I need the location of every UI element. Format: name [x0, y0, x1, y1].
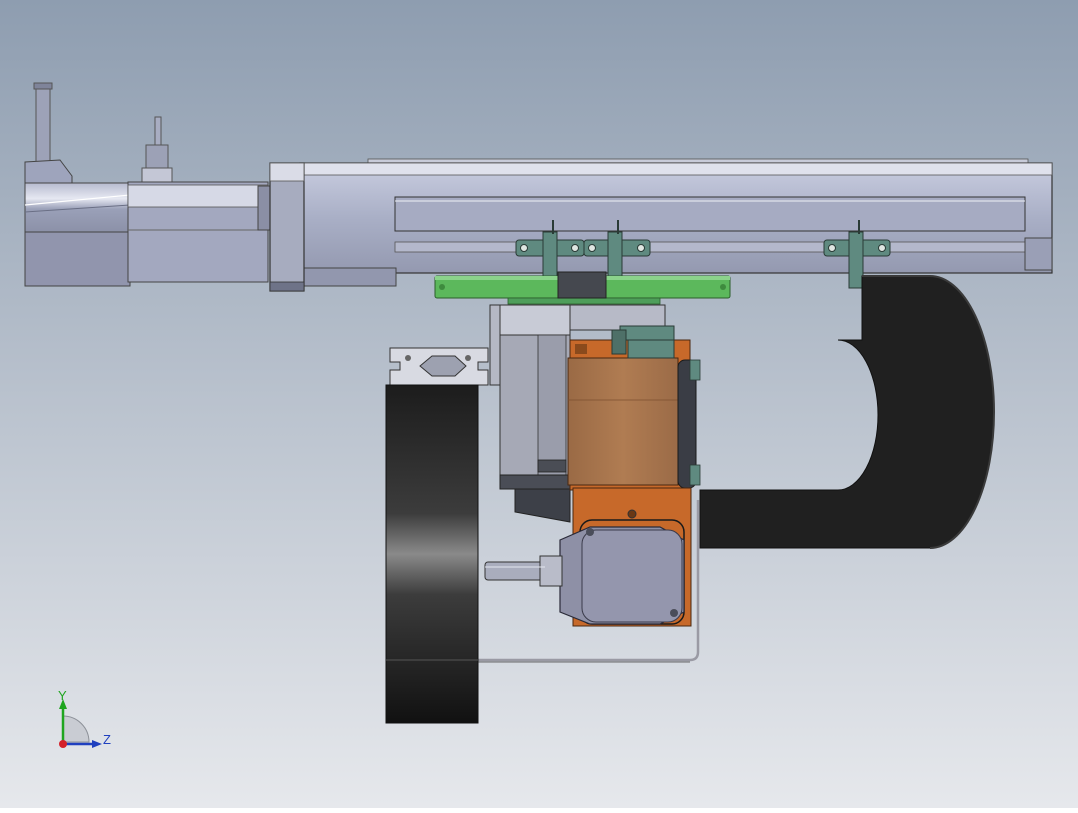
triad-arc [62, 715, 90, 743]
z-axis-label: Z [103, 732, 111, 747]
y-axis-label: Y [58, 688, 67, 703]
cad-viewport[interactable]: Y Z [0, 0, 1078, 808]
coordinate-triad [59, 699, 102, 748]
triad-origin [59, 740, 67, 748]
